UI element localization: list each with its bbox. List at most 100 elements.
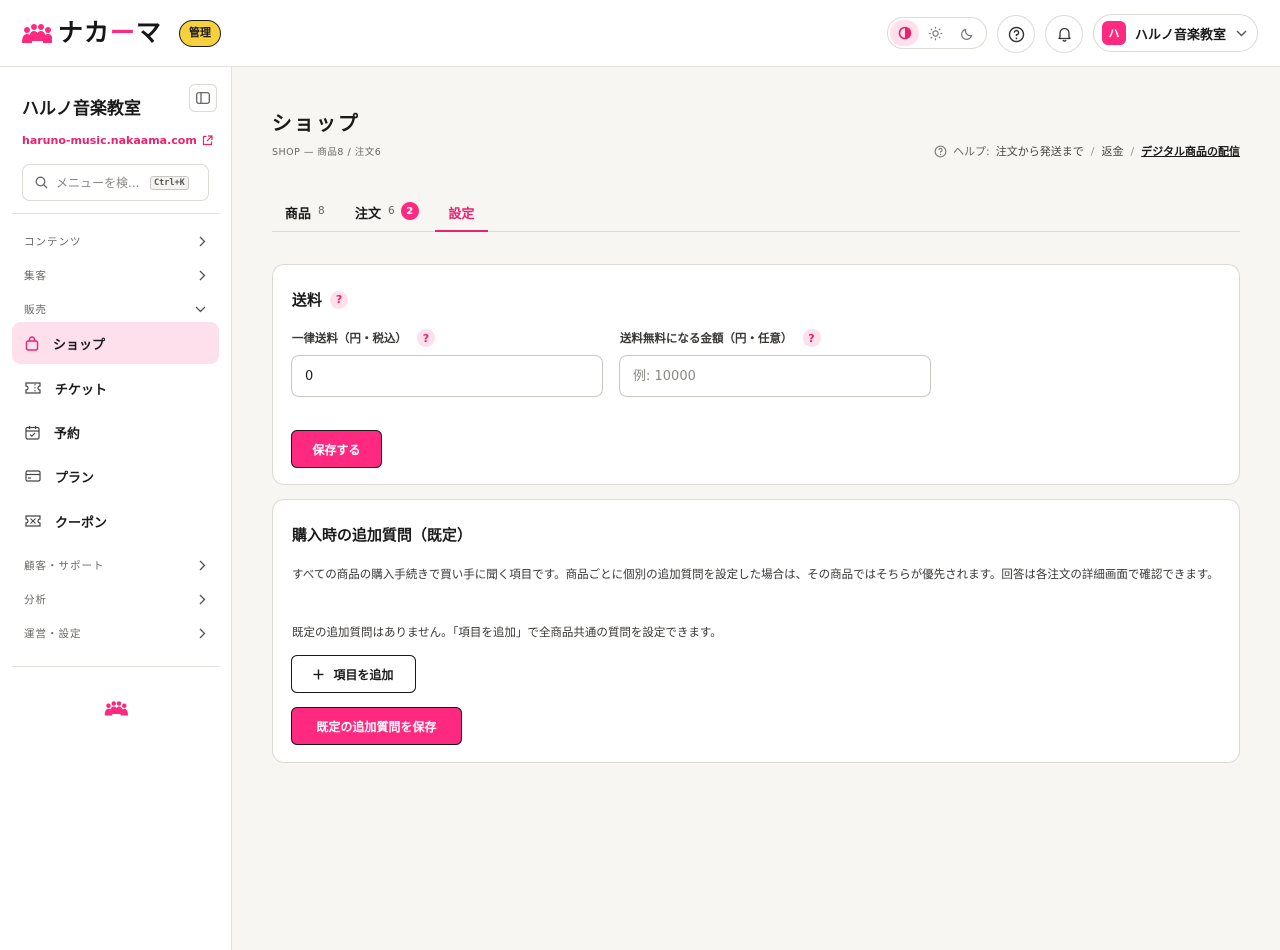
breadcrumb: SHOP — 商品8 / 注文6 [272,147,382,158]
people-logo-icon [104,701,128,716]
account-menu-button[interactable]: ハ ハルノ音楽教室 [1093,14,1258,52]
top-header: ナカーマ 管理 ハ ハルノ音楽教室 [0,0,1280,67]
menu-search-input[interactable] [56,175,146,190]
tab-label: 設定 [448,207,475,222]
sidebar-item-coupon[interactable]: クーポン [12,500,219,542]
flat-shipping-input[interactable] [291,355,603,397]
shipping-card: 送料 ? 一律送料（円・税込） ? 送料無料になる金額（円・任意） ? 保存する [272,264,1240,485]
people-logo-icon [22,24,52,43]
section-label: 顧客・サポート [24,559,105,572]
chevron-right-icon [199,594,206,604]
coupon-icon [25,515,41,527]
account-name: ハルノ音楽教室 [1135,27,1227,43]
flat-shipping-label: 一律送料（円・税込） ? [292,329,435,347]
sidebar-item-label: クーポン [55,515,108,531]
brand-logo-link[interactable]: ナカーマ [22,20,162,46]
save-shipping-button[interactable]: 保存する [291,430,382,468]
calendar-check-icon [25,425,40,440]
brand-name: ナカーマ [58,18,163,47]
moon-icon [960,28,973,40]
tab-count: 6 [388,205,395,217]
shipping-title: 送料 ? [292,289,349,310]
sidebar: ハルノ音楽教室 haruno-music.nakaama.com Ctrl+K … [0,67,232,950]
sidebar-panel-icon [196,92,210,104]
sidebar-item-booking[interactable]: 予約 [12,411,219,453]
search-shortcut-hint: Ctrl+K [150,175,189,190]
button-label: 項目を追加 [333,667,394,682]
theme-dark-button[interactable] [953,20,982,46]
plus-icon [313,669,324,679]
chevron-down-icon [1236,30,1247,36]
section-label: 分析 [24,593,47,606]
sidebar-item-label: チケット [55,382,108,398]
free-shipping-input[interactable] [619,355,931,397]
chevron-right-icon [199,270,206,280]
bell-icon [1057,27,1071,42]
section-marketing[interactable]: 集客 [24,265,206,285]
help-link-digital[interactable]: デジタル商品の配信 [1141,143,1240,159]
sidebar-item-label: ショップ [53,337,106,353]
sidebar-divider [12,213,219,214]
help-separator: / [1090,144,1095,158]
tab-products[interactable]: 商品 8 [285,196,325,232]
field-label-text: 一律送料（円・税込） [292,331,407,345]
theme-light-button[interactable] [921,20,950,46]
section-content[interactable]: コンテンツ [24,231,206,251]
sidebar-item-ticket[interactable]: チケット [12,367,219,409]
theme-auto-button[interactable] [890,20,920,46]
section-sales[interactable]: 販売 [24,299,206,319]
notification-badge: 2 [400,202,419,220]
help-links: ヘルプ: 注文から発送まで / 返金 / デジタル商品の配信 [934,143,1240,159]
tab-count: 8 [318,205,325,217]
menu-search-box[interactable]: Ctrl+K [22,164,209,201]
free-shipping-label: 送料無料になる金額（円・任意） ? [620,329,821,347]
tab-settings[interactable]: 設定 [435,196,488,232]
sidebar-item-label: 予約 [54,426,81,442]
help-separator: / [1130,144,1135,158]
help-question-icon[interactable]: ? [330,290,349,309]
tab-label: 商品 [285,207,312,222]
search-icon [35,176,48,189]
help-question-icon[interactable]: ? [417,329,435,347]
section-label: 販売 [24,303,47,316]
sidebar-item-plan[interactable]: プラン [12,455,219,497]
questions-title: 購入時の追加質問（既定） [292,526,473,544]
chevron-right-icon [199,560,206,570]
tab-label: 注文 [355,207,382,222]
help-link-shipping[interactable]: 注文から発送まで [996,143,1084,159]
help-label: ヘルプ: [953,145,990,158]
section-operations[interactable]: 運営・設定 [24,623,206,643]
field-label-text: 送料無料になる金額（円・任意） [620,331,793,345]
add-question-button[interactable]: 項目を追加 [291,655,416,693]
questions-empty-note: 既定の追加質問はありません。「項目を追加」で全商品共通の質問を設定できます。 [292,625,722,639]
chevron-right-icon [199,628,206,638]
section-customers[interactable]: 顧客・サポート [24,555,206,575]
sidebar-collapse-button[interactable] [189,84,217,112]
sidebar-divider [12,666,219,667]
section-analytics[interactable]: 分析 [24,589,206,609]
chevron-down-icon [195,306,206,312]
help-button[interactable] [997,15,1035,53]
site-name: ハルノ音楽教室 [22,99,141,119]
site-url-link[interactable]: haruno-music.nakaama.com [22,134,213,147]
external-link-icon [202,135,213,146]
sidebar-item-shop[interactable]: ショップ [12,322,219,364]
ticket-icon [25,382,41,394]
card-title-text: 送料 [292,291,323,309]
notifications-button[interactable] [1045,15,1083,53]
sun-icon [929,26,943,40]
question-circle-icon [934,145,947,157]
questions-card: 購入時の追加質問（既定） すべての商品の購入手続きで買い手に聞く項目です。商品ご… [272,499,1240,763]
theme-toggle [887,17,987,49]
section-label: 集客 [24,269,47,282]
questions-description: すべての商品の購入手続きで買い手に聞く項目です。商品ごとに個別の追加質問を設定し… [292,567,1219,581]
help-link-refund[interactable]: 返金 [1102,143,1124,159]
tab-orders[interactable]: 注文 6 2 [355,196,419,232]
section-label: コンテンツ [24,235,82,248]
help-question-icon[interactable]: ? [802,329,821,347]
save-questions-button[interactable]: 既定の追加質問を保存 [291,707,462,745]
section-label: 運営・設定 [24,627,82,640]
chevron-right-icon [199,236,206,246]
sidebar-item-label: プラン [55,470,95,486]
site-url-text: haruno-music.nakaama.com [22,134,197,147]
